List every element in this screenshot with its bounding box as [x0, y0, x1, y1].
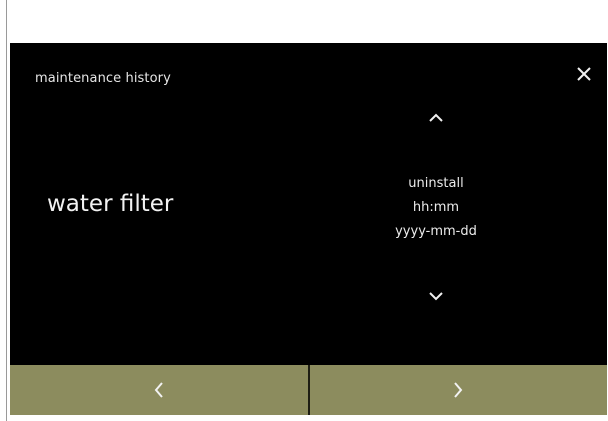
- left-divider-line: [6, 0, 7, 421]
- close-icon: [577, 67, 591, 81]
- action-value: uninstall: [408, 176, 464, 191]
- chevron-down-icon: [429, 292, 443, 301]
- chevron-left-icon: [154, 382, 163, 398]
- time-value: hh:mm: [412, 200, 460, 215]
- item-label: water filter: [47, 191, 174, 217]
- page-title: maintenance history: [35, 71, 171, 86]
- page: maintenance history water filter uninsta…: [0, 0, 608, 421]
- display-screen: maintenance history water filter uninsta…: [10, 43, 607, 415]
- chevron-up-icon: [429, 113, 443, 122]
- history-value: uninstall hh:mm yyyy-mm-dd: [356, 172, 516, 244]
- chevron-right-icon: [454, 382, 463, 398]
- scroll-down-button[interactable]: [421, 285, 451, 307]
- date-value: yyyy-mm-dd: [395, 224, 477, 239]
- close-button[interactable]: [570, 60, 598, 88]
- scroll-up-button[interactable]: [421, 107, 451, 129]
- footer-nav: [10, 365, 607, 415]
- previous-button[interactable]: [10, 365, 308, 415]
- next-button[interactable]: [309, 365, 607, 415]
